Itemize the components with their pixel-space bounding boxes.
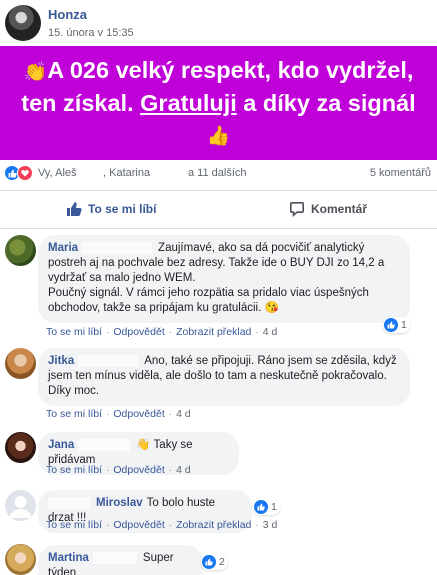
commenter-name[interactable]: Jana <box>48 439 74 451</box>
commenter-name[interactable]: Jitka <box>48 355 74 367</box>
comment-actions: To se mi líbí · Odpovědět · 4 d <box>46 464 191 476</box>
post-timestamp[interactable]: 15. února v 15:35 <box>48 27 134 39</box>
like-button[interactable]: To se mi líbí <box>66 201 156 217</box>
comment-like-link[interactable]: To se mi líbí <box>46 326 102 338</box>
comment-button[interactable]: Komentář <box>289 201 437 217</box>
author-name[interactable]: Honza <box>48 7 87 22</box>
comment-reply-link[interactable]: Odpovědět <box>113 464 164 476</box>
comment-text: Poučný signál. V rámci jeho rozpätia sa … <box>48 287 369 314</box>
speech-bubble-icon <box>290 202 304 217</box>
comment-actions: To se mi líbí · Odpovědět · Zobrazit pře… <box>46 326 278 338</box>
comment-reply-link[interactable]: Odpovědět <box>113 326 164 338</box>
reactors-name-katarina[interactable]: , Katarina <box>103 167 150 179</box>
comments-count[interactable]: 5 komentářů <box>370 167 431 179</box>
reaction-icons[interactable] <box>4 165 33 181</box>
comment-like-link[interactable]: To se mi líbí <box>46 519 102 531</box>
comment-actions: To se mi líbí · Odpovědět · 4 d <box>46 408 191 420</box>
like-button-label: To se mi líbí <box>88 202 157 216</box>
comment-reply-link[interactable]: Odpovědět <box>113 519 164 531</box>
post-text: 👏A 026 velký respekt, kdo vydržel, ten z… <box>12 55 425 152</box>
commenter-name[interactable]: Maria <box>48 242 78 254</box>
comment-button-label: Komentář <box>311 202 368 216</box>
comment-time[interactable]: 3 d <box>263 519 278 531</box>
commenter-name[interactable]: Martina <box>48 552 89 564</box>
comment-reactions[interactable]: 1 <box>383 317 410 333</box>
comment-actions: To se mi líbí · Odpovědět · Zobrazit pře… <box>46 519 278 531</box>
reaction-count: 2 <box>219 556 225 568</box>
waving-hand-icon: 👋 <box>136 439 151 451</box>
comment-time[interactable]: 4 d <box>176 464 191 476</box>
post-actions: To se mi líbí Komentář <box>0 193 437 227</box>
comment-reactions[interactable]: 2 <box>201 554 228 570</box>
comment-time[interactable]: 4 d <box>176 408 191 420</box>
translate-link[interactable]: Zobrazit překlad <box>176 519 251 531</box>
divider <box>0 228 437 229</box>
comment-time[interactable]: 4 d <box>263 326 278 338</box>
comment-reactions[interactable]: 1 <box>253 499 280 515</box>
gratuluji-link[interactable]: Gratuluji <box>140 90 237 116</box>
default-avatar-icon <box>9 496 32 518</box>
clapping-hands-icon: 👏 <box>23 61 48 83</box>
reaction-count: 1 <box>401 319 407 331</box>
heart-icon <box>17 165 33 181</box>
translate-link[interactable]: Zobrazit překlad <box>176 326 251 338</box>
commenter-avatar[interactable] <box>5 544 36 575</box>
reactors-names[interactable]: Vy, Aleš <box>38 167 77 179</box>
thumbs-up-icon: 👍 <box>206 125 231 147</box>
post-header: Honza 15. února v 15:35 <box>0 0 437 46</box>
commenter-avatar[interactable] <box>5 348 36 379</box>
commenter-avatar[interactable] <box>5 432 36 463</box>
comment-reply-link[interactable]: Odpovědět <box>113 408 164 420</box>
thumbs-up-icon <box>67 202 82 216</box>
commenter-avatar[interactable] <box>5 490 36 521</box>
author-avatar[interactable] <box>5 5 41 41</box>
reaction-count: 1 <box>271 501 277 513</box>
reactions-summary: Vy, Aleš , Katarina a 11 dalších 5 komen… <box>0 162 437 184</box>
like-icon <box>202 555 216 569</box>
comment-bubble: Jitka Ano, také se připojuji. Ráno jsem s… <box>38 348 410 406</box>
post-text-after-link: a díky za signál <box>236 89 416 116</box>
reactors-others-count[interactable]: a 11 dalších <box>188 167 247 179</box>
commenter-name[interactable]: Miroslav <box>96 497 143 509</box>
commenter-avatar[interactable] <box>5 235 36 266</box>
like-icon <box>254 500 268 514</box>
post-banner: 👏A 026 velký respekt, kdo vydržel, ten z… <box>0 46 437 160</box>
comment-like-link[interactable]: To se mi líbí <box>46 408 102 420</box>
like-icon <box>384 318 398 332</box>
comment-bubble: Maria Zaujímavé, ako sa dá pocvičiť analy… <box>38 235 410 323</box>
comment-like-link[interactable]: To se mi líbí <box>46 464 102 476</box>
comment-bubble: Martina Super týden <box>38 545 203 575</box>
grinning-face-icon: 😘 <box>264 302 279 314</box>
divider <box>0 190 437 191</box>
